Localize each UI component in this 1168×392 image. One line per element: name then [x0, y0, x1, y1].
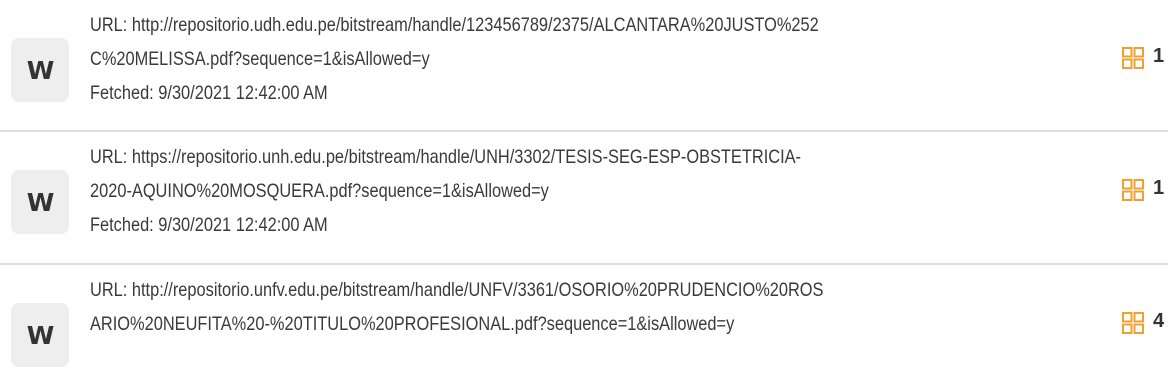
source-url-line[interactable]: 2020-AQUINO%20MOSQUERA.pdf?sequence=1&is…: [90, 174, 930, 208]
source-details: URL: http://repositorio.udh.edu.pe/bitst…: [90, 8, 930, 110]
source-result-item[interactable]: W URL: http://repositorio.udh.edu.pe/bit…: [0, 0, 1168, 131]
source-details: URL: http://repositorio.unfv.edu.pe/bits…: [90, 273, 930, 341]
fetched-date: Fetched: 9/30/2021 12:42:00 AM: [90, 214, 328, 236]
source-details: URL: https://repositorio.unh.edu.pe/bits…: [90, 140, 930, 242]
grid-icon[interactable]: [1122, 47, 1144, 69]
source-url-line[interactable]: URL: http://repositorio.unfv.edu.pe/bits…: [90, 273, 930, 307]
match-count: 1: [1153, 177, 1165, 199]
grid-icon[interactable]: [1122, 312, 1144, 334]
source-url-line[interactable]: C%20MELISSA.pdf?sequence=1&isAllowed=y: [90, 42, 930, 76]
grid-icon[interactable]: [1122, 179, 1144, 201]
source-result-item[interactable]: W URL: http://repositorio.unfv.edu.pe/bi…: [0, 265, 1168, 392]
source-type-letter: W: [26, 55, 55, 85]
source-result-item[interactable]: W URL: https://repositorio.unh.edu.pe/bi…: [0, 132, 1168, 263]
source-type-badge: W: [11, 170, 69, 234]
source-results-list: W URL: http://repositorio.udh.edu.pe/bit…: [0, 0, 1168, 392]
source-url-line[interactable]: ARIO%20NEUFITA%20-%20TITULO%20PROFESIONA…: [90, 307, 930, 341]
source-url-line[interactable]: URL: http://repositorio.udh.edu.pe/bitst…: [90, 8, 930, 42]
source-type-letter: W: [26, 320, 55, 350]
match-count: 1: [1153, 45, 1165, 67]
source-url-line[interactable]: URL: https://repositorio.unh.edu.pe/bits…: [90, 140, 930, 174]
fetched-date: Fetched: 9/30/2021 12:42:00 AM: [90, 82, 328, 104]
match-count: 4: [1153, 310, 1165, 332]
source-type-letter: W: [26, 187, 55, 217]
source-type-badge: W: [11, 303, 69, 367]
source-type-badge: W: [11, 38, 69, 102]
